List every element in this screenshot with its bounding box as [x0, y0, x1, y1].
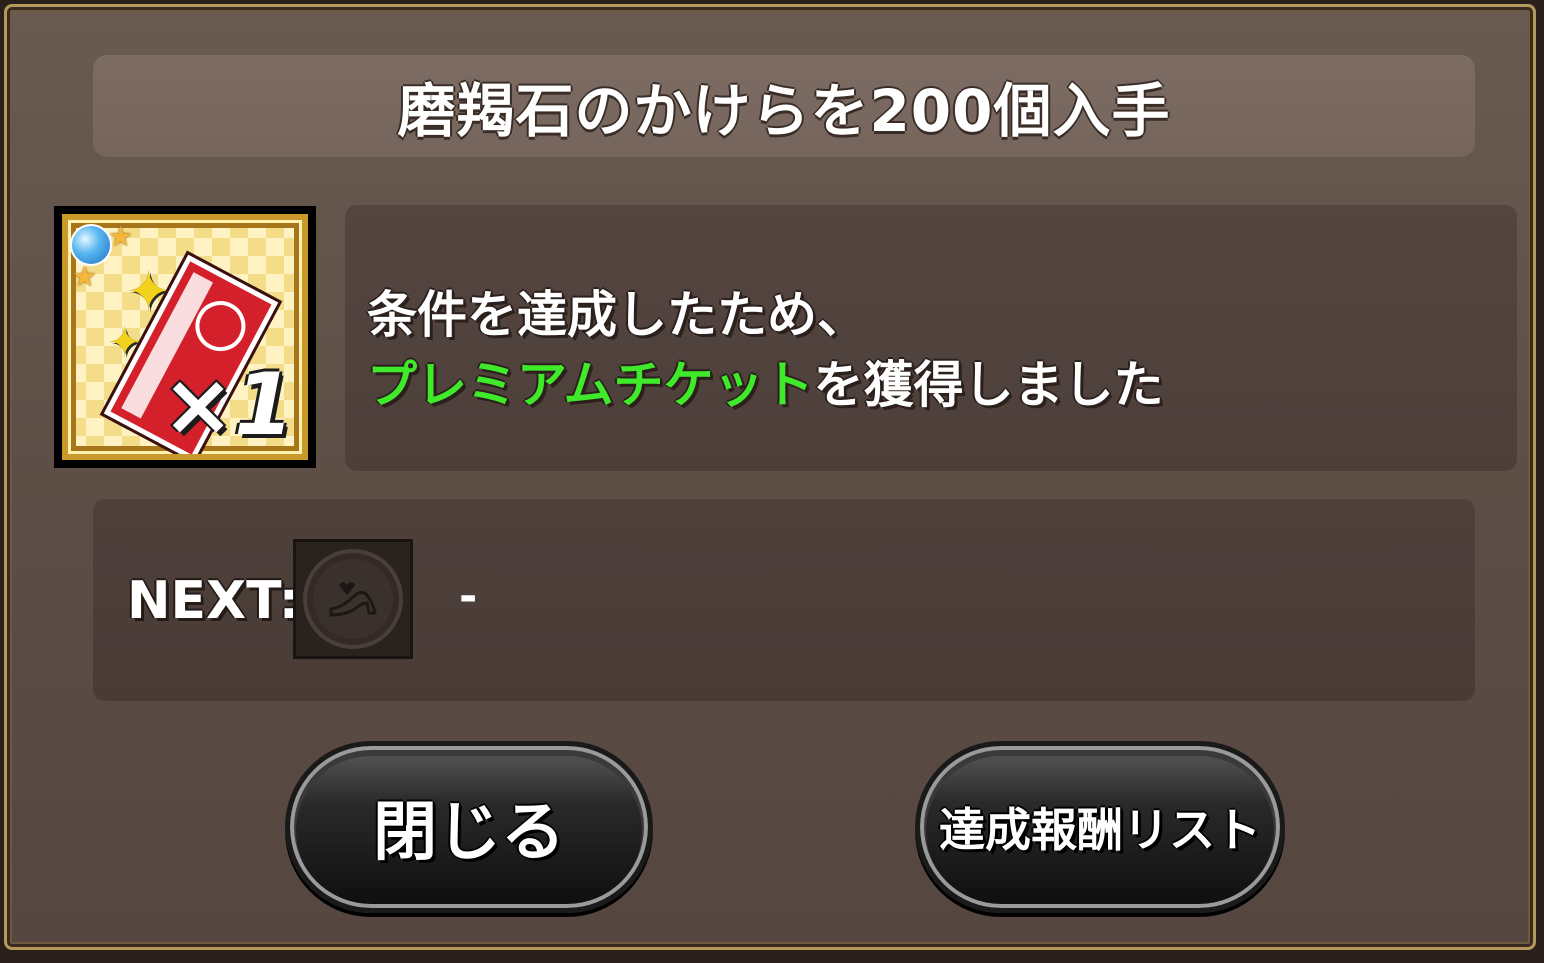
reward-quantity: ×1 [162, 355, 294, 455]
message-line-2: プレミアムチケットを獲得しました [367, 345, 1164, 417]
reward-list-button-label: 達成報酬リスト [939, 803, 1261, 857]
reward-name: プレミアムチケット [367, 356, 814, 414]
title-bar: 磨羯石のかけらを200個入手 [93, 55, 1475, 157]
reward-item-icon: ★ ★ ✦ ✦ ×1 [54, 206, 316, 468]
message-line-2-rest: を獲得しました [813, 356, 1164, 414]
next-reward-value: - [459, 571, 478, 622]
dialog-title: 磨羯石のかけらを200個入手 [397, 77, 1171, 145]
star-icon: ★ [108, 220, 134, 253]
next-panel: NEXT: - [93, 499, 1475, 701]
reward-list-button[interactable]: 達成報酬リスト [915, 741, 1285, 913]
close-button[interactable]: 閉じる [285, 741, 653, 913]
message-line-1: 条件を達成したため、 [367, 286, 867, 344]
glass-slipper-icon [329, 582, 377, 617]
star-icon: ★ [72, 260, 98, 293]
glass-slipper-medal-icon [293, 539, 413, 659]
message-panel: 条件を達成したため、 プレミアムチケットを獲得しました [345, 205, 1517, 471]
close-button-label: 閉じる [373, 796, 565, 870]
next-label: NEXT: [127, 571, 300, 631]
medal-disc [303, 549, 403, 649]
achievement-dialog: 磨羯石のかけらを200個入手 ★ ★ ✦ ✦ ×1 条件を達成したため、 プレミ… [4, 4, 1536, 950]
reward-frame: ★ ★ ✦ ✦ ×1 [62, 214, 308, 460]
